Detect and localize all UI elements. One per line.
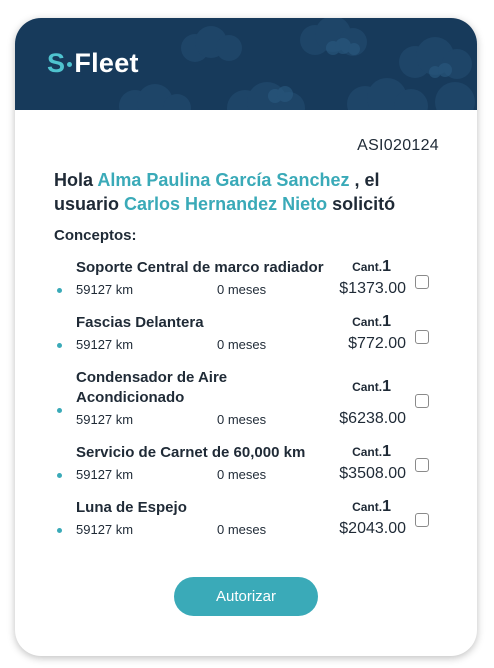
item-price: $772.00 — [348, 335, 406, 352]
item-checkbox[interactable] — [415, 394, 429, 408]
concepts-label: Conceptos: — [54, 227, 137, 244]
bullet-icon — [57, 343, 62, 348]
item-qty: Cant.1 — [352, 443, 391, 461]
bullet-icon — [57, 528, 62, 533]
item-checkbox[interactable] — [415, 458, 429, 472]
item-name: Condensador de Aire Acondicionado — [76, 369, 228, 406]
qty-value: 1 — [382, 498, 391, 515]
greeting-text: Hola Alma Paulina García Sanchez , el us… — [54, 168, 434, 216]
item-name: Soporte Central de marco radiador — [76, 259, 324, 276]
qty-label: Cant. — [352, 315, 383, 329]
logo-dot — [67, 61, 73, 67]
request-code: ASI020124 — [357, 137, 439, 154]
item-checkbox[interactable] — [415, 513, 429, 527]
requester-name: Carlos Hernandez Nieto — [124, 194, 328, 214]
logo-text: Fleet — [74, 47, 139, 78]
item-km: 59127 km — [76, 282, 134, 297]
bullet-icon — [57, 408, 62, 413]
header-banner: S Fleet — [15, 18, 477, 110]
item-months: 0 meses — [217, 522, 267, 537]
item-km: 59127 km — [76, 337, 134, 352]
recipient-name: Alma Paulina García Sanchez — [97, 170, 350, 190]
item-km: 59127 km — [76, 522, 134, 537]
sfleet-logo: S Fleet — [47, 48, 139, 78]
qty-value: 1 — [382, 313, 391, 330]
item-km: 59127 km — [76, 467, 134, 482]
greeting-end: solicitó — [332, 194, 396, 214]
item-name: Servicio de Carnet de 60,000 km — [76, 444, 306, 461]
qty-value: 1 — [382, 378, 391, 395]
item-checkbox[interactable] — [415, 275, 429, 289]
item-checkbox[interactable] — [415, 330, 429, 344]
item-qty: Cant.1 — [352, 378, 391, 396]
item-months: 0 meses — [217, 467, 267, 482]
item-months: 0 meses — [217, 337, 267, 352]
item-price: $1373.00 — [339, 280, 406, 297]
qty-label: Cant. — [352, 380, 383, 394]
item-qty: Cant.1 — [352, 313, 391, 331]
item-km: 59127 km — [76, 412, 134, 427]
item-months: 0 meses — [217, 412, 267, 427]
item-qty: Cant.1 — [352, 258, 391, 276]
request-card: S Fleet ASI020124 Hola Alma Paulina Garcí… — [15, 18, 477, 656]
item-price: $2043.00 — [339, 520, 406, 537]
item-name: Fascias Delantera — [76, 314, 204, 331]
qty-label: Cant. — [352, 500, 383, 514]
item-qty: Cant.1 — [352, 498, 391, 516]
greeting-hello: Hola — [54, 170, 94, 190]
card-body: ASI020124 Hola Alma Paulina García Sanch… — [15, 110, 477, 656]
item-months: 0 meses — [217, 282, 267, 297]
item-price: $3508.00 — [339, 465, 406, 482]
qty-value: 1 — [382, 258, 391, 275]
logo-s: S — [47, 47, 66, 78]
bullet-icon — [57, 473, 62, 478]
qty-label: Cant. — [352, 260, 383, 274]
qty-value: 1 — [382, 443, 391, 460]
item-price: $6238.00 — [339, 410, 406, 427]
bullet-icon — [57, 288, 62, 293]
item-name: Luna de Espejo — [76, 499, 187, 516]
qty-label: Cant. — [352, 445, 383, 459]
authorize-button[interactable]: Autorizar — [174, 577, 318, 616]
